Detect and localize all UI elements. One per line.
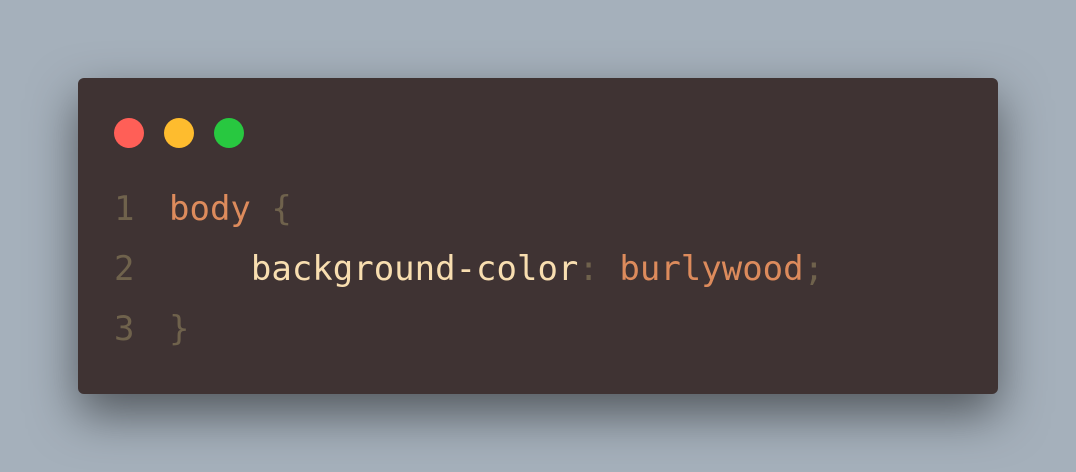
close-brace: } [169, 309, 190, 349]
line-number: 3 [114, 309, 135, 349]
css-selector: body [169, 189, 251, 229]
maximize-window-icon[interactable] [214, 118, 244, 148]
code-window: 1 body {2 background-color: burlywood; 3} [78, 78, 998, 394]
colon: : [578, 249, 599, 289]
line-number: 1 [114, 189, 135, 229]
minimize-window-icon[interactable] [164, 118, 194, 148]
semicolon: ; [803, 249, 825, 289]
css-property: background-color [250, 249, 579, 289]
code-line-1: 1 body { [114, 179, 824, 239]
code-line-2: 2 background-color: burlywood; [114, 239, 824, 299]
open-brace: { [271, 189, 292, 229]
line-number: 2 [114, 249, 135, 289]
css-value: burlywood [619, 249, 804, 289]
code-block: 1 body {2 background-color: burlywood; 3} [114, 179, 824, 359]
close-window-icon[interactable] [114, 118, 144, 148]
code-line-3: 3} [114, 299, 824, 359]
